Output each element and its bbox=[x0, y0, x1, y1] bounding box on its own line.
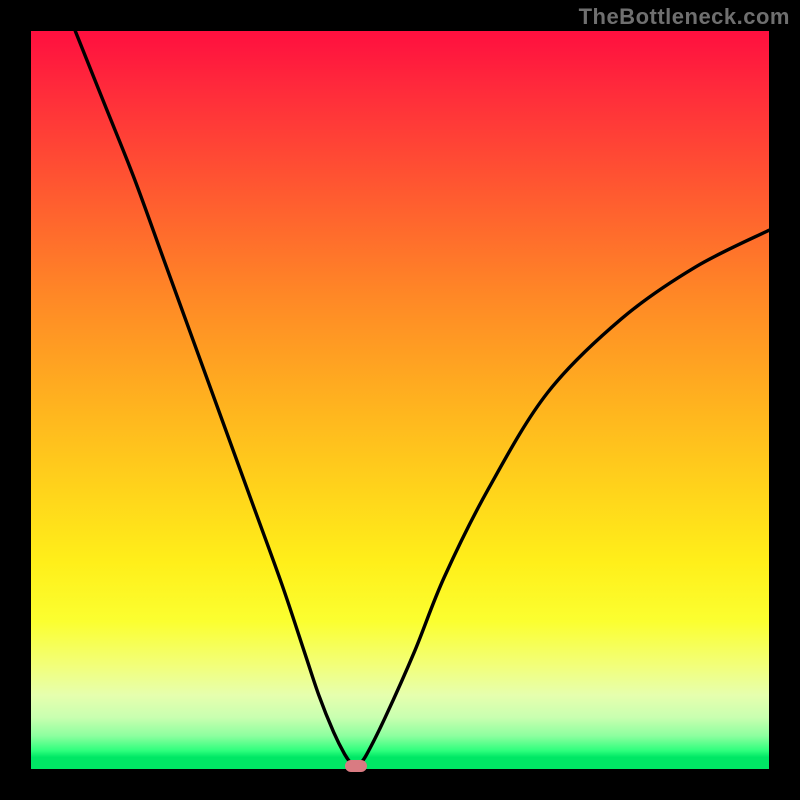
watermark-text: TheBottleneck.com bbox=[579, 4, 790, 30]
bottleneck-curve bbox=[31, 31, 769, 769]
chart-frame: TheBottleneck.com bbox=[0, 0, 800, 800]
optimal-point-marker bbox=[345, 760, 367, 772]
